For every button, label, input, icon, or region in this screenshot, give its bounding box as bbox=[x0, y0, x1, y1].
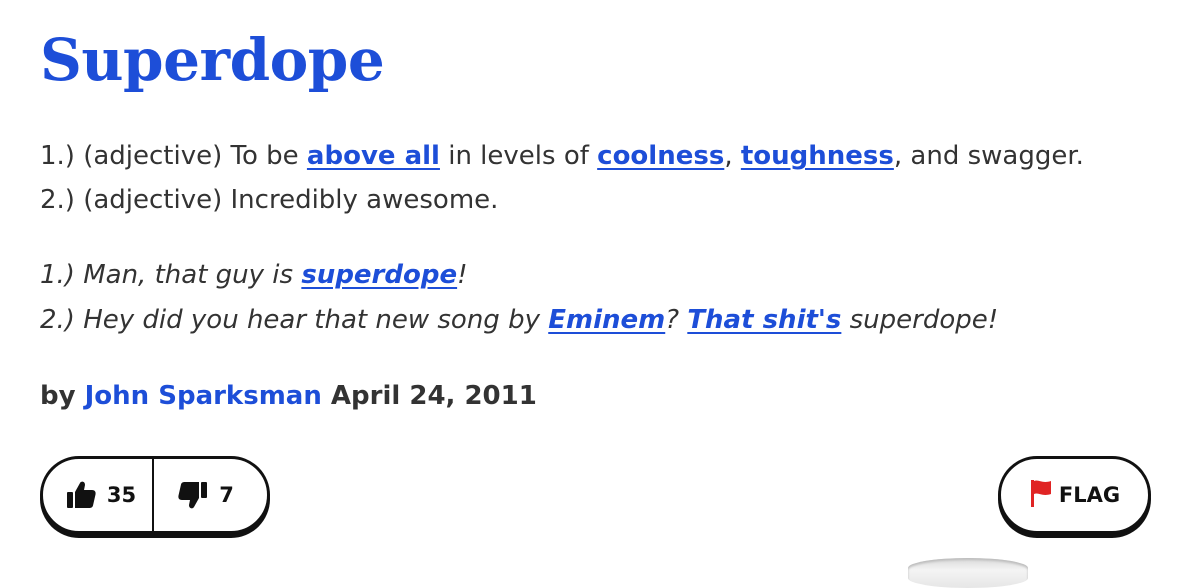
autolink-coolness[interactable]: coolness bbox=[597, 141, 724, 171]
upvote-count: 35 bbox=[106, 483, 137, 507]
mug-image bbox=[908, 558, 1028, 588]
flag-button[interactable]: FLAG bbox=[998, 456, 1151, 534]
definition-example: 1.) Man, that guy is superdope! 2.) Hey … bbox=[40, 253, 1160, 343]
meaning-text: 2.) (adjective) Incredibly awesome. bbox=[40, 185, 499, 215]
upvote-button[interactable]: 35 bbox=[43, 459, 154, 531]
author-link[interactable]: John Sparksman bbox=[85, 381, 322, 411]
example-text: 1.) Man, that guy is bbox=[40, 260, 302, 290]
autolink-eminem[interactable]: Eminem bbox=[548, 305, 665, 335]
vote-buttons: 35 7 bbox=[40, 456, 270, 534]
example-text: ? bbox=[665, 305, 688, 335]
word-title[interactable]: Superdope bbox=[40, 20, 385, 100]
autolink-toughness[interactable]: toughness bbox=[741, 141, 894, 171]
flag-label: FLAG bbox=[1058, 483, 1121, 507]
meaning-text: , and swagger. bbox=[893, 141, 1084, 171]
example-text: ! bbox=[457, 260, 468, 290]
red-flag-icon bbox=[1029, 478, 1053, 513]
thumbs-down-icon bbox=[177, 479, 209, 511]
example-text: 2.) Hey did you hear that new song by bbox=[40, 305, 549, 335]
downvote-count: 7 bbox=[219, 483, 234, 507]
example-line-1: 1.) Man, that guy is superdope! bbox=[40, 253, 1160, 298]
meaning-text: in levels of bbox=[439, 141, 598, 171]
meaning-line-2: 2.) (adjective) Incredibly awesome. bbox=[40, 178, 1160, 222]
example-line-2: 2.) Hey did you hear that new song by Em… bbox=[40, 298, 1160, 343]
definition-meaning: 1.) (adjective) To be above all in level… bbox=[40, 134, 1160, 222]
meaning-text: 1.) (adjective) To be bbox=[40, 141, 307, 171]
meaning-line-1: 1.) (adjective) To be above all in level… bbox=[40, 134, 1160, 178]
autolink-superdope[interactable]: superdope bbox=[301, 260, 457, 290]
autolink-above-all[interactable]: above all bbox=[307, 141, 440, 171]
contributor-line: by John Sparksman April 24, 2011 bbox=[40, 374, 537, 418]
example-text: superdope! bbox=[841, 305, 999, 335]
autolink-that-shits[interactable]: That shit's bbox=[687, 305, 841, 335]
downvote-button[interactable]: 7 bbox=[154, 459, 267, 531]
meaning-text: , bbox=[724, 141, 741, 171]
by-label: by bbox=[40, 381, 76, 411]
post-date: April 24, 2011 bbox=[330, 381, 537, 411]
thumbs-up-icon bbox=[65, 479, 97, 511]
